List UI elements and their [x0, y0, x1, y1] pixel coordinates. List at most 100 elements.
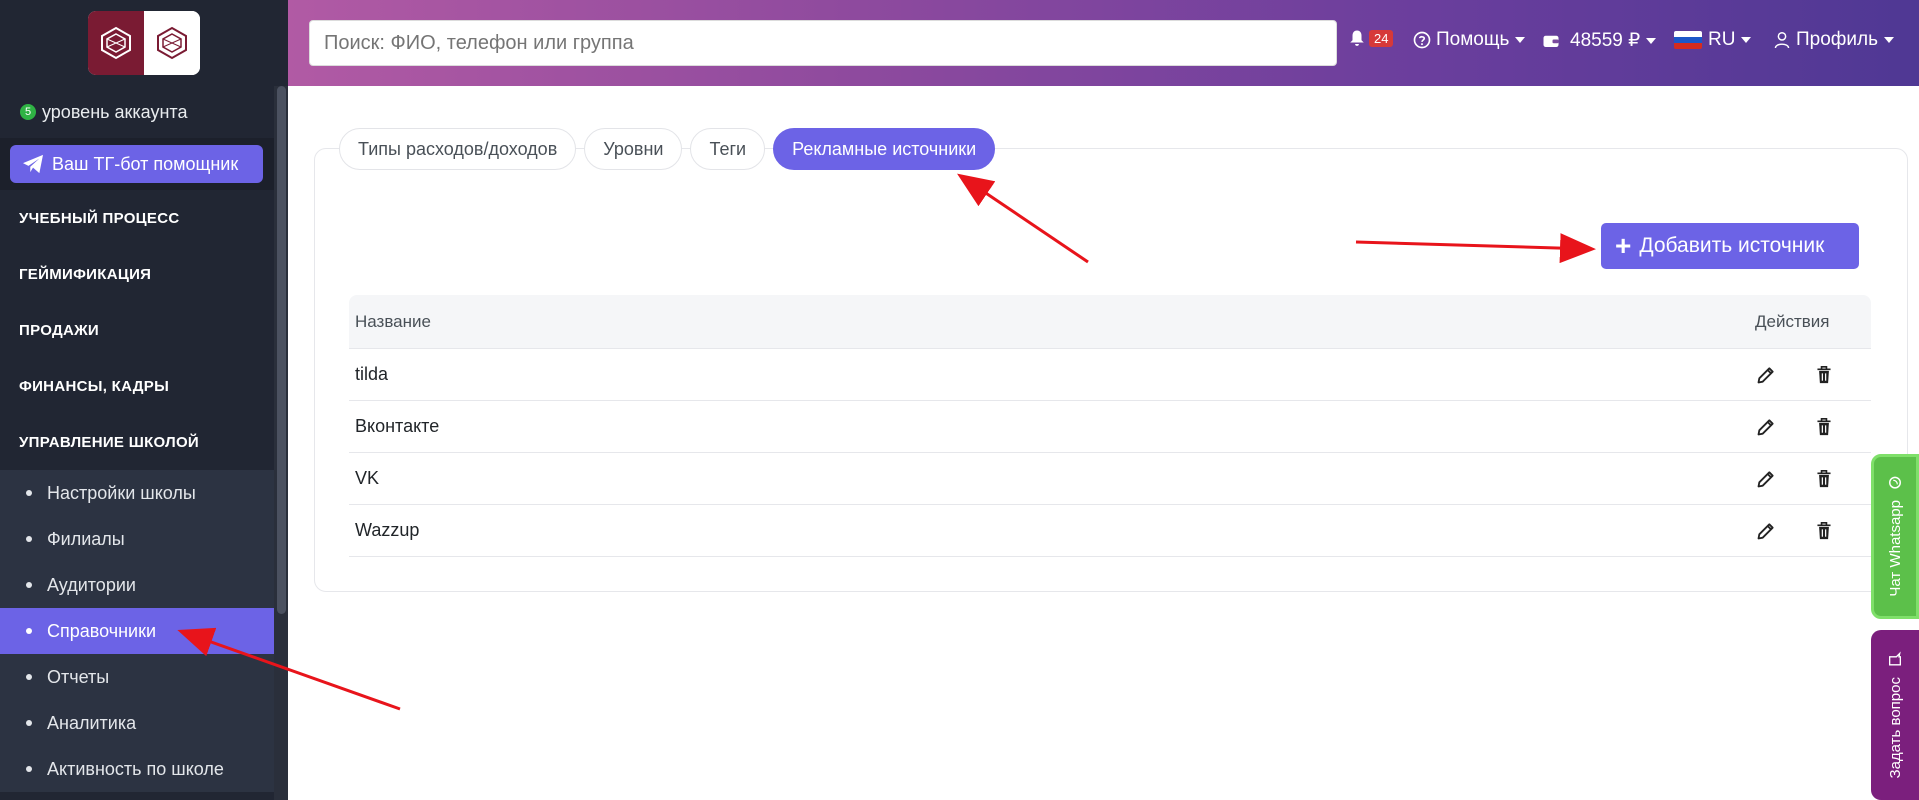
logo-left — [88, 11, 144, 75]
plus-icon: + — [1615, 230, 1632, 261]
sidebar-section-school-management[interactable]: УПРАВЛЕНИЕ ШКОЛОЙ — [0, 414, 288, 470]
directories-tabs: Типы расходов/доходов Уровни Теги Реклам… — [339, 128, 1003, 170]
russia-flag-icon — [1674, 31, 1702, 49]
sidebar-scrollbar[interactable] — [274, 86, 288, 800]
sidebar-item-branches[interactable]: Филиалы — [0, 516, 288, 562]
add-source-label: Добавить источник — [1639, 234, 1825, 257]
help-label: Помощь — [1436, 29, 1510, 50]
table-row: Вконтакте — [349, 401, 1871, 453]
row-actions — [1751, 415, 1871, 439]
trash-icon[interactable] — [1814, 467, 1833, 491]
pencil-icon[interactable] — [1756, 519, 1776, 543]
tg-bot-button[interactable]: Ваш ТГ-бот помощник — [10, 145, 263, 183]
balance-amount: 48559 ₽ — [1570, 30, 1641, 51]
source-name: tilda — [355, 364, 389, 384]
sidebar-item-label: Аудитории — [47, 574, 136, 595]
account-level-badge: 5 — [20, 104, 36, 120]
sidebar-item-school-activity[interactable]: Активность по школе — [0, 746, 288, 792]
sidebar-item-reports[interactable]: Отчеты — [0, 654, 288, 700]
sidebar-item-label: Настройки школы — [47, 482, 196, 503]
whatsapp-chat-button[interactable]: Чат Whatsapp — [1871, 454, 1919, 619]
school-logo[interactable] — [88, 11, 200, 75]
wallet-icon — [1543, 35, 1559, 47]
trash-icon[interactable] — [1814, 363, 1833, 387]
sidebar-item-directories[interactable]: Справочники — [0, 608, 288, 654]
ask-question-label: Задать вопрос — [1886, 677, 1904, 779]
source-name: Вконтакте — [355, 416, 440, 436]
tg-bot-label: Ваш ТГ-бот помощник — [52, 153, 239, 174]
bullet-icon — [26, 674, 32, 680]
tab-levels[interactable]: Уровни — [584, 128, 683, 170]
top-header: 24 Помощь 48559 ₽ RU Профиль — [288, 0, 1919, 86]
bullet-icon — [26, 536, 32, 542]
whatsapp-chat-label: Чат Whatsapp — [1886, 500, 1904, 597]
table-row: tilda — [349, 349, 1871, 401]
account-level[interactable]: 5 уровень аккаунта — [0, 86, 288, 138]
sidebar-item-label: Справочники — [47, 620, 157, 641]
school-management-submenu: Настройки школы Филиалы Аудитории Справо… — [0, 470, 288, 792]
tab-expense-income-types[interactable]: Типы расходов/доходов — [339, 128, 577, 170]
chevron-down-icon — [1646, 37, 1657, 44]
logo-right — [144, 11, 200, 75]
sidebar-item-analytics[interactable]: Аналитика — [0, 700, 288, 746]
tg-row: Ваш ТГ-бот помощник — [0, 138, 288, 190]
sidebar-section-gamification[interactable]: ГЕЙМИФИКАЦИЯ — [0, 246, 288, 302]
search-input[interactable] — [309, 20, 1337, 66]
logo-area — [0, 0, 288, 86]
language-dropdown[interactable]: RU — [1674, 29, 1752, 51]
balance-dropdown[interactable]: 48559 ₽ — [1542, 29, 1657, 52]
source-name: Wazzup — [355, 520, 420, 540]
notifications[interactable]: 24 — [1348, 29, 1394, 47]
row-actions — [1751, 363, 1871, 387]
sidebar-item-label: Активность по школе — [47, 758, 224, 779]
source-name: VK — [355, 468, 380, 488]
row-actions — [1751, 519, 1871, 543]
sidebar-section-finance[interactable]: ФИНАНСЫ, КАДРЫ — [0, 358, 288, 414]
sidebar-item-label: Аналитика — [47, 712, 137, 733]
bullet-icon — [26, 582, 32, 588]
table-header: Название Действия — [349, 295, 1871, 349]
sidebar-section-learning[interactable]: УЧЕБНЫЙ ПРОЦЕСС — [0, 190, 288, 246]
ask-question-button[interactable]: Задать вопрос — [1871, 630, 1919, 800]
telegram-icon — [23, 154, 43, 174]
sidebar-item-label: Отчеты — [47, 666, 110, 687]
sidebar-item-label: Филиалы — [47, 528, 125, 549]
bullet-icon — [26, 720, 32, 726]
bell-icon — [1350, 30, 1364, 46]
profile-dropdown[interactable]: Профиль — [1774, 29, 1895, 51]
pencil-icon[interactable] — [1756, 467, 1776, 491]
chevron-down-icon — [1884, 37, 1895, 43]
add-source-button[interactable]: + Добавить источник — [1601, 223, 1859, 269]
sidebar-item-school-settings[interactable]: Настройки школы — [0, 470, 288, 516]
sidebar-section-sales[interactable]: ПРОДАЖИ — [0, 302, 288, 358]
chat-bubble-icon — [1889, 651, 1901, 666]
whatsapp-icon — [1889, 477, 1901, 490]
pencil-icon[interactable] — [1756, 415, 1776, 439]
help-dropdown[interactable]: Помощь — [1413, 29, 1526, 51]
question-circle-icon — [1413, 31, 1431, 49]
chevron-down-icon — [1741, 37, 1752, 43]
sidebar-scrollbar-thumb[interactable] — [277, 86, 286, 614]
tab-tags[interactable]: Теги — [690, 128, 766, 170]
chevron-down-icon — [1515, 37, 1526, 43]
table-row: Wazzup — [349, 505, 1871, 557]
bullet-icon — [26, 490, 32, 496]
sidebar-item-classrooms[interactable]: Аудитории — [0, 562, 288, 608]
tab-ad-sources[interactable]: Рекламные источники — [773, 128, 996, 170]
table-row: VK — [349, 453, 1871, 505]
row-actions — [1751, 467, 1871, 491]
language-label: RU — [1708, 29, 1736, 50]
logo-emblem-icon — [157, 26, 187, 60]
notifications-count: 24 — [1369, 29, 1394, 47]
bullet-icon — [26, 628, 32, 634]
pencil-icon[interactable] — [1756, 363, 1776, 387]
bullet-icon — [26, 766, 32, 772]
column-header-name: Название — [355, 311, 431, 331]
user-icon — [1774, 32, 1790, 49]
trash-icon[interactable] — [1814, 519, 1833, 543]
ad-sources-table: Название Действия tilda Вконтакте VK Wazzup — [349, 295, 1871, 557]
sidebar: 5 уровень аккаунта Ваш ТГ-бот помощник У… — [0, 0, 288, 800]
column-header-actions: Действия — [1755, 311, 1830, 331]
profile-label: Профиль — [1796, 29, 1879, 50]
trash-icon[interactable] — [1814, 415, 1833, 439]
